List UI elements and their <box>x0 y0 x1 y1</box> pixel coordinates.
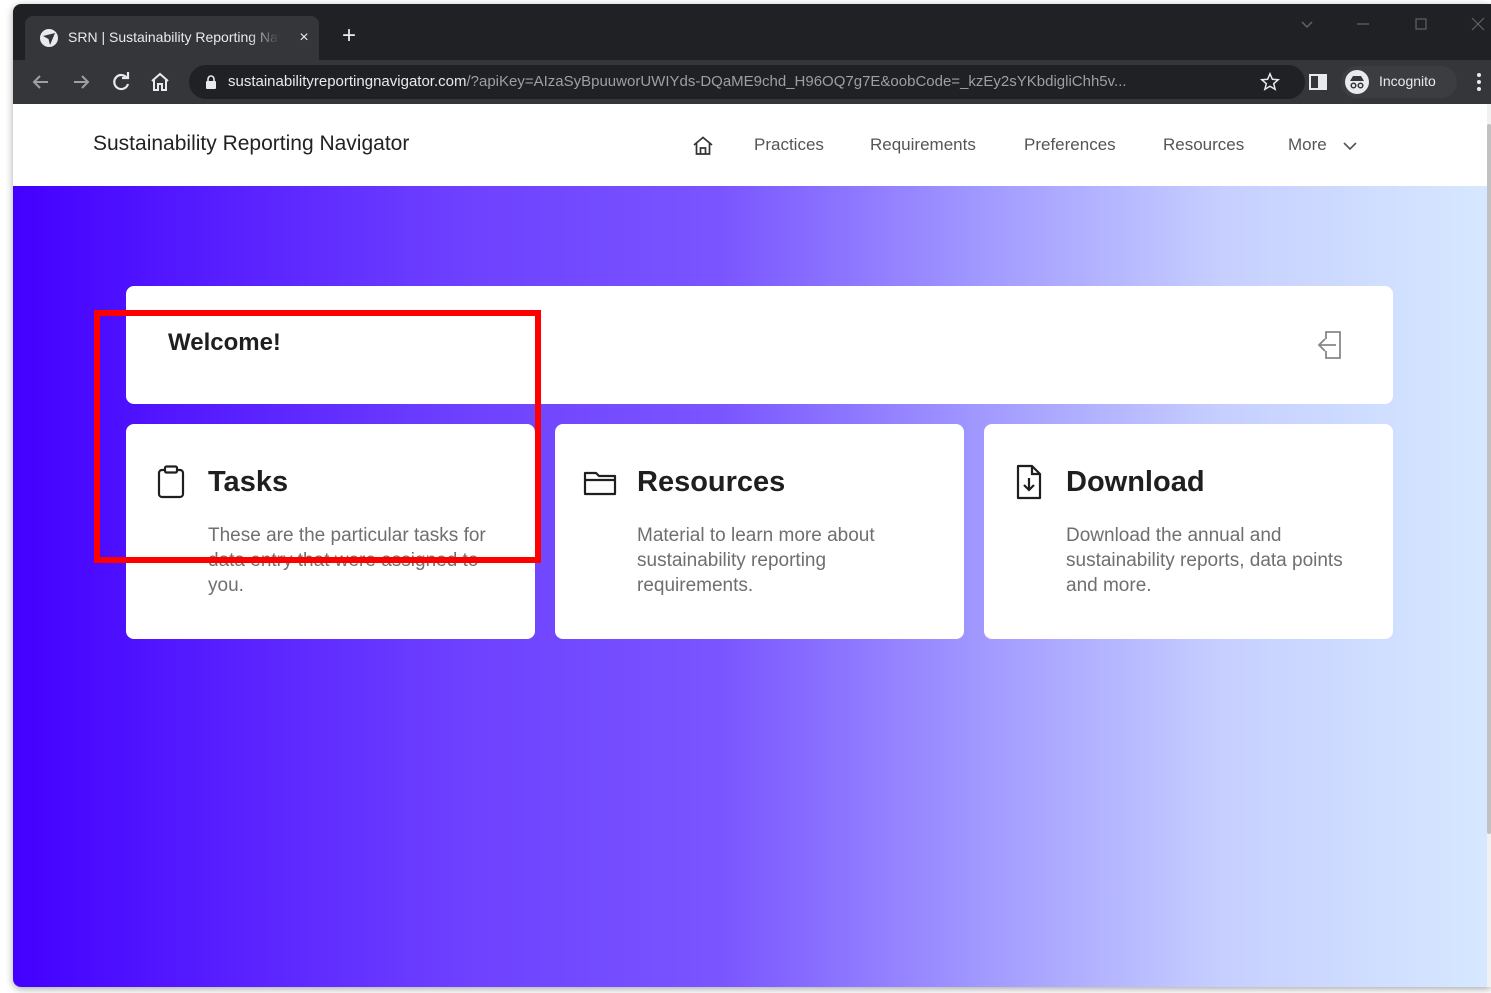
nav-preferences[interactable]: Preferences <box>1024 135 1116 155</box>
welcome-card: Welcome! <box>126 286 1393 404</box>
incognito-indicator[interactable]: Incognito <box>1341 66 1457 98</box>
browser-menu-icon[interactable] <box>1467 70 1491 94</box>
resources-title: Resources <box>637 466 786 498</box>
download-description: Download the annual and sustainability r… <box>1066 525 1343 596</box>
browser-tab[interactable]: SRN | Sustainability Reporting Navigator… <box>25 16 319 60</box>
url-host: sustainabilityreportingnavigator.com <box>228 73 467 90</box>
nav-requirements[interactable]: Requirements <box>870 135 976 155</box>
side-panel-icon[interactable] <box>1306 70 1330 94</box>
hero-section: Welcome! Tasks These are the particular … <box>13 186 1487 987</box>
nav-home-icon[interactable] <box>691 134 715 158</box>
back-icon[interactable] <box>29 70 53 94</box>
address-bar[interactable]: sustainabilityreportingnavigator.com/?ap… <box>189 65 1305 99</box>
logout-icon[interactable] <box>1316 328 1348 362</box>
chevron-down-icon[interactable] <box>1342 138 1358 154</box>
incognito-icon <box>1345 70 1369 94</box>
nav-resources[interactable]: Resources <box>1163 135 1244 155</box>
url-text: sustainabilityreportingnavigator.com/?ap… <box>228 73 1240 93</box>
home-icon[interactable] <box>148 70 172 94</box>
resources-card[interactable]: Resources Material to learn more about s… <box>555 424 964 639</box>
file-download-icon <box>1016 464 1042 500</box>
browser-toolbar: sustainabilityreportingnavigator.com/?ap… <box>13 60 1491 104</box>
folder-icon <box>583 471 617 496</box>
tab-close-icon[interactable]: × <box>293 27 315 49</box>
reload-icon[interactable] <box>109 70 133 94</box>
tab-title: SRN | Sustainability Reporting Navigator <box>68 29 280 45</box>
web-page: Sustainability Reporting Navigator Pract… <box>13 104 1491 987</box>
app-header: Sustainability Reporting Navigator Pract… <box>13 104 1487 186</box>
tab-search-icon[interactable] <box>1295 12 1319 36</box>
nav-practices[interactable]: Practices <box>754 135 824 155</box>
incognito-label: Incognito <box>1379 73 1436 89</box>
forward-icon[interactable] <box>69 70 93 94</box>
page-scrollbar[interactable] <box>1487 104 1491 987</box>
tasks-description: These are the particular tasks for data … <box>208 525 486 596</box>
scrollbar-thumb[interactable] <box>1487 124 1491 834</box>
tab-strip: SRN | Sustainability Reporting Navigator… <box>13 4 1491 60</box>
welcome-title: Welcome! <box>168 329 281 356</box>
lock-icon <box>206 75 216 89</box>
new-tab-button[interactable]: + <box>335 22 363 50</box>
srn-favicon-icon <box>40 29 58 47</box>
tasks-title: Tasks <box>208 466 289 498</box>
bookmark-star-icon[interactable] <box>1259 71 1281 93</box>
minimize-icon[interactable] <box>1351 12 1375 36</box>
clipboard-icon <box>157 465 185 499</box>
browser-window: SRN | Sustainability Reporting Navigator… <box>13 4 1491 987</box>
download-card[interactable]: Download Download the annual and sustain… <box>984 424 1393 639</box>
resources-description: Material to learn more about sustainabil… <box>637 525 875 596</box>
tasks-card[interactable]: Tasks These are the particular tasks for… <box>126 424 535 639</box>
download-title: Download <box>1066 466 1205 498</box>
app-brand[interactable]: Sustainability Reporting Navigator <box>93 132 409 156</box>
maximize-icon[interactable] <box>1409 12 1433 36</box>
close-window-icon[interactable] <box>1466 12 1490 36</box>
url-path: /?apiKey=AIzaSyBpuuworUWIYds-DQaME9chd_H… <box>466 73 1127 90</box>
nav-more[interactable]: More <box>1288 135 1327 155</box>
